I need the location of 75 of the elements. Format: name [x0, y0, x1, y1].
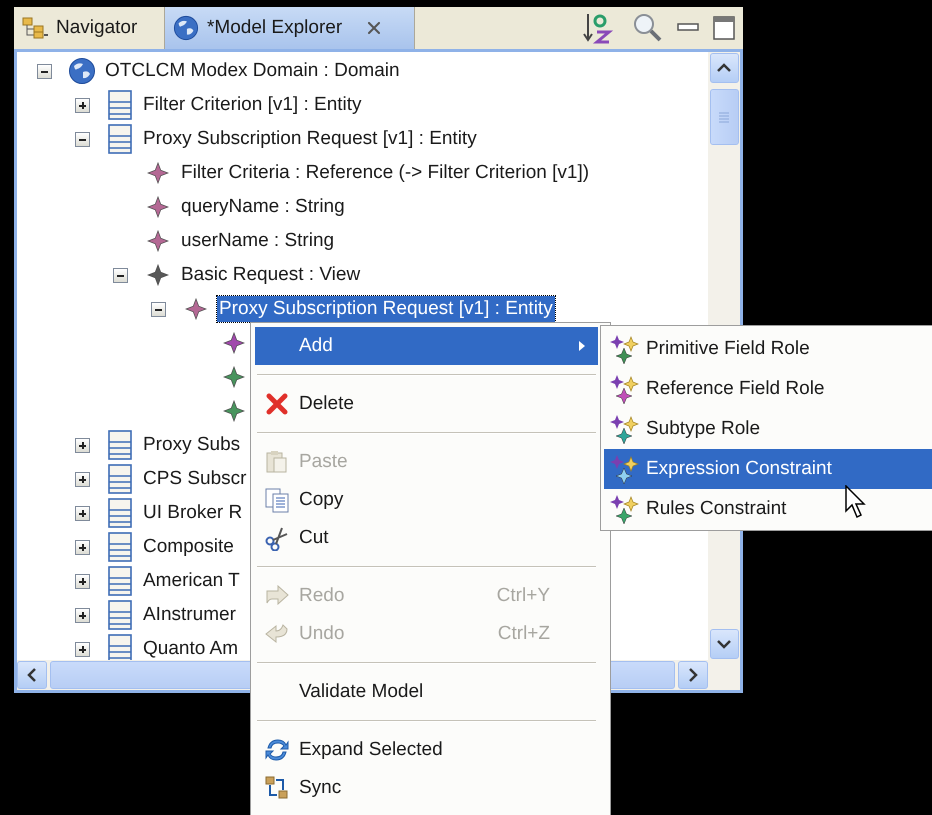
table-icon [108, 90, 132, 120]
scroll-right-button[interactable] [678, 661, 708, 689]
chevron-right-icon [688, 667, 698, 683]
submenu-arrow-icon [578, 340, 586, 352]
expand-toggle[interactable] [75, 472, 90, 486]
scroll-thumb[interactable] [710, 89, 738, 145]
menu-item[interactable]: Rules Constraint [604, 489, 932, 529]
menu-item[interactable]: Primitive Field Role [604, 329, 932, 369]
table-icon [108, 464, 132, 494]
tree-item[interactable]: American T [141, 568, 242, 594]
scroll-up-button[interactable] [710, 53, 738, 83]
expand-toggle[interactable] [75, 540, 90, 554]
collapse-toggle[interactable] [151, 302, 166, 316]
menu-item[interactable]: Expression Constraint [604, 449, 932, 489]
mouse-pointer-icon [845, 485, 867, 519]
chevron-left-icon [27, 667, 37, 683]
expand-toggle[interactable] [75, 438, 90, 452]
tree-item[interactable]: userName : String [179, 228, 336, 254]
tree-item[interactable]: Filter Criterion [v1] : Entity [141, 92, 364, 118]
scroll-left-button[interactable] [17, 661, 47, 689]
role-icon [610, 374, 640, 404]
chevron-up-icon [716, 63, 732, 73]
tree-item[interactable]: Basic Request : View [179, 262, 362, 288]
folder-tree-icon [22, 17, 48, 39]
refresh-icon [264, 737, 290, 763]
menu-item[interactable]: Copy [255, 481, 598, 519]
role-icon [610, 414, 640, 444]
collapse-toggle[interactable] [75, 132, 90, 146]
tree-item[interactable]: OTCLCM Modex Domain : Domain [103, 58, 402, 84]
view-tab[interactable]: *Model Explorer [165, 7, 415, 49]
table-icon [108, 124, 132, 154]
tree-item[interactable]: Quanto Am [141, 636, 240, 660]
expand-toggle[interactable] [75, 608, 90, 622]
globe-icon [68, 57, 96, 85]
maximize-icon[interactable] [713, 16, 735, 40]
copy-icon [264, 487, 290, 513]
minimize-icon[interactable] [677, 23, 699, 33]
role-icon [610, 454, 640, 484]
menu-item[interactable]: Expand Selected [255, 731, 598, 769]
expand-toggle[interactable] [75, 574, 90, 588]
table-icon [108, 532, 132, 562]
table-icon [108, 600, 132, 630]
table-icon [108, 430, 132, 460]
tree-item[interactable]: UI Broker R [141, 500, 244, 526]
expand-toggle[interactable] [75, 642, 90, 656]
tree-item[interactable]: Composite [141, 534, 236, 560]
expand-toggle[interactable] [75, 98, 90, 112]
expand-toggle[interactable] [75, 506, 90, 520]
tree-item[interactable]: CPS Subscr [141, 466, 248, 492]
chevron-down-icon [716, 639, 732, 649]
menu-item[interactable]: Cut [255, 519, 598, 557]
tree-item[interactable]: queryName : String [179, 194, 347, 220]
scissors-icon [264, 525, 290, 551]
scroll-down-button[interactable] [710, 629, 738, 659]
role-icon [610, 494, 640, 524]
delete-icon [264, 391, 290, 417]
menu-item[interactable]: Subtype Role [604, 409, 932, 449]
menu-item[interactable]: Reference Field Role [604, 369, 932, 409]
tree-item[interactable]: Proxy Subscription Request [v1] : Entity [141, 126, 479, 152]
menu-item[interactable]: Sync [255, 769, 598, 807]
menu-item[interactable]: Validate Model [255, 673, 598, 711]
tree-item[interactable]: Filter Criteria : Reference (-> Filter Criterion [v1]) [179, 160, 592, 186]
sync-icon [264, 775, 290, 801]
tree-item[interactable]: Proxy Subs [141, 432, 242, 458]
globe-icon [173, 15, 199, 41]
menu-item[interactable]: Add [255, 327, 598, 365]
search-icon[interactable] [631, 12, 663, 44]
menu-item[interactable]: Delete [255, 385, 598, 423]
table-icon [108, 566, 132, 596]
table-icon [108, 498, 132, 528]
role-icon [610, 334, 640, 364]
tree-item[interactable]: AInstrumer [141, 602, 238, 628]
tree-item[interactable]: Proxy Subscription Request [v1] : Entity [217, 296, 555, 322]
collapse-toggle[interactable] [37, 64, 52, 78]
collapse-toggle[interactable] [113, 268, 128, 282]
